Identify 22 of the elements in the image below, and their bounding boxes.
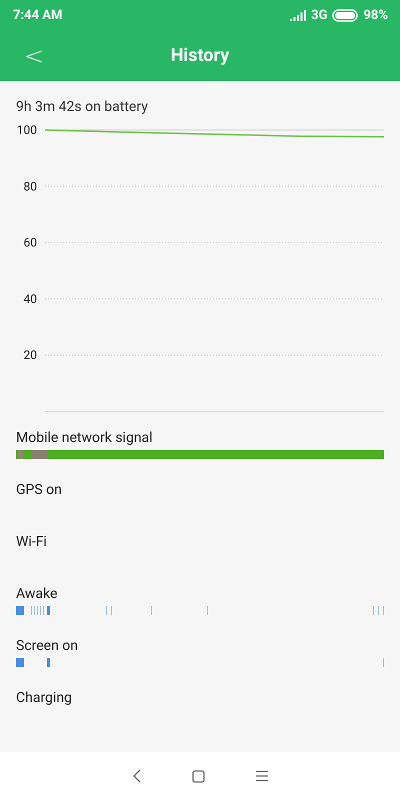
axis-label: 100 <box>16 123 37 137</box>
battery-icon <box>332 8 358 22</box>
network-type: 3G <box>311 8 328 22</box>
axis-label: 80 <box>24 179 37 194</box>
back-icon[interactable] <box>132 769 142 783</box>
axis-label: 40 <box>24 292 37 306</box>
status-time: 7:44 AM <box>13 8 62 22</box>
row-label: Wi-Fi <box>16 533 47 552</box>
battery-duration: 9h 3m 42s on battery <box>16 99 148 115</box>
back-button[interactable]: < <box>20 42 48 70</box>
row-label: Charging <box>16 689 72 708</box>
page-title: History <box>170 45 230 66</box>
home-icon[interactable] <box>192 770 204 782</box>
axis-label: 60 <box>24 236 37 250</box>
row-label: Mobile network signal <box>16 429 153 448</box>
menu-icon[interactable] <box>254 770 268 782</box>
signal-icon <box>290 10 306 20</box>
row-label: Screen on <box>16 637 78 656</box>
battery-percent: 98% <box>363 8 388 22</box>
axis-label: 20 <box>24 348 37 362</box>
row-label: GPS on <box>16 481 62 500</box>
row-label: Awake <box>16 585 58 604</box>
